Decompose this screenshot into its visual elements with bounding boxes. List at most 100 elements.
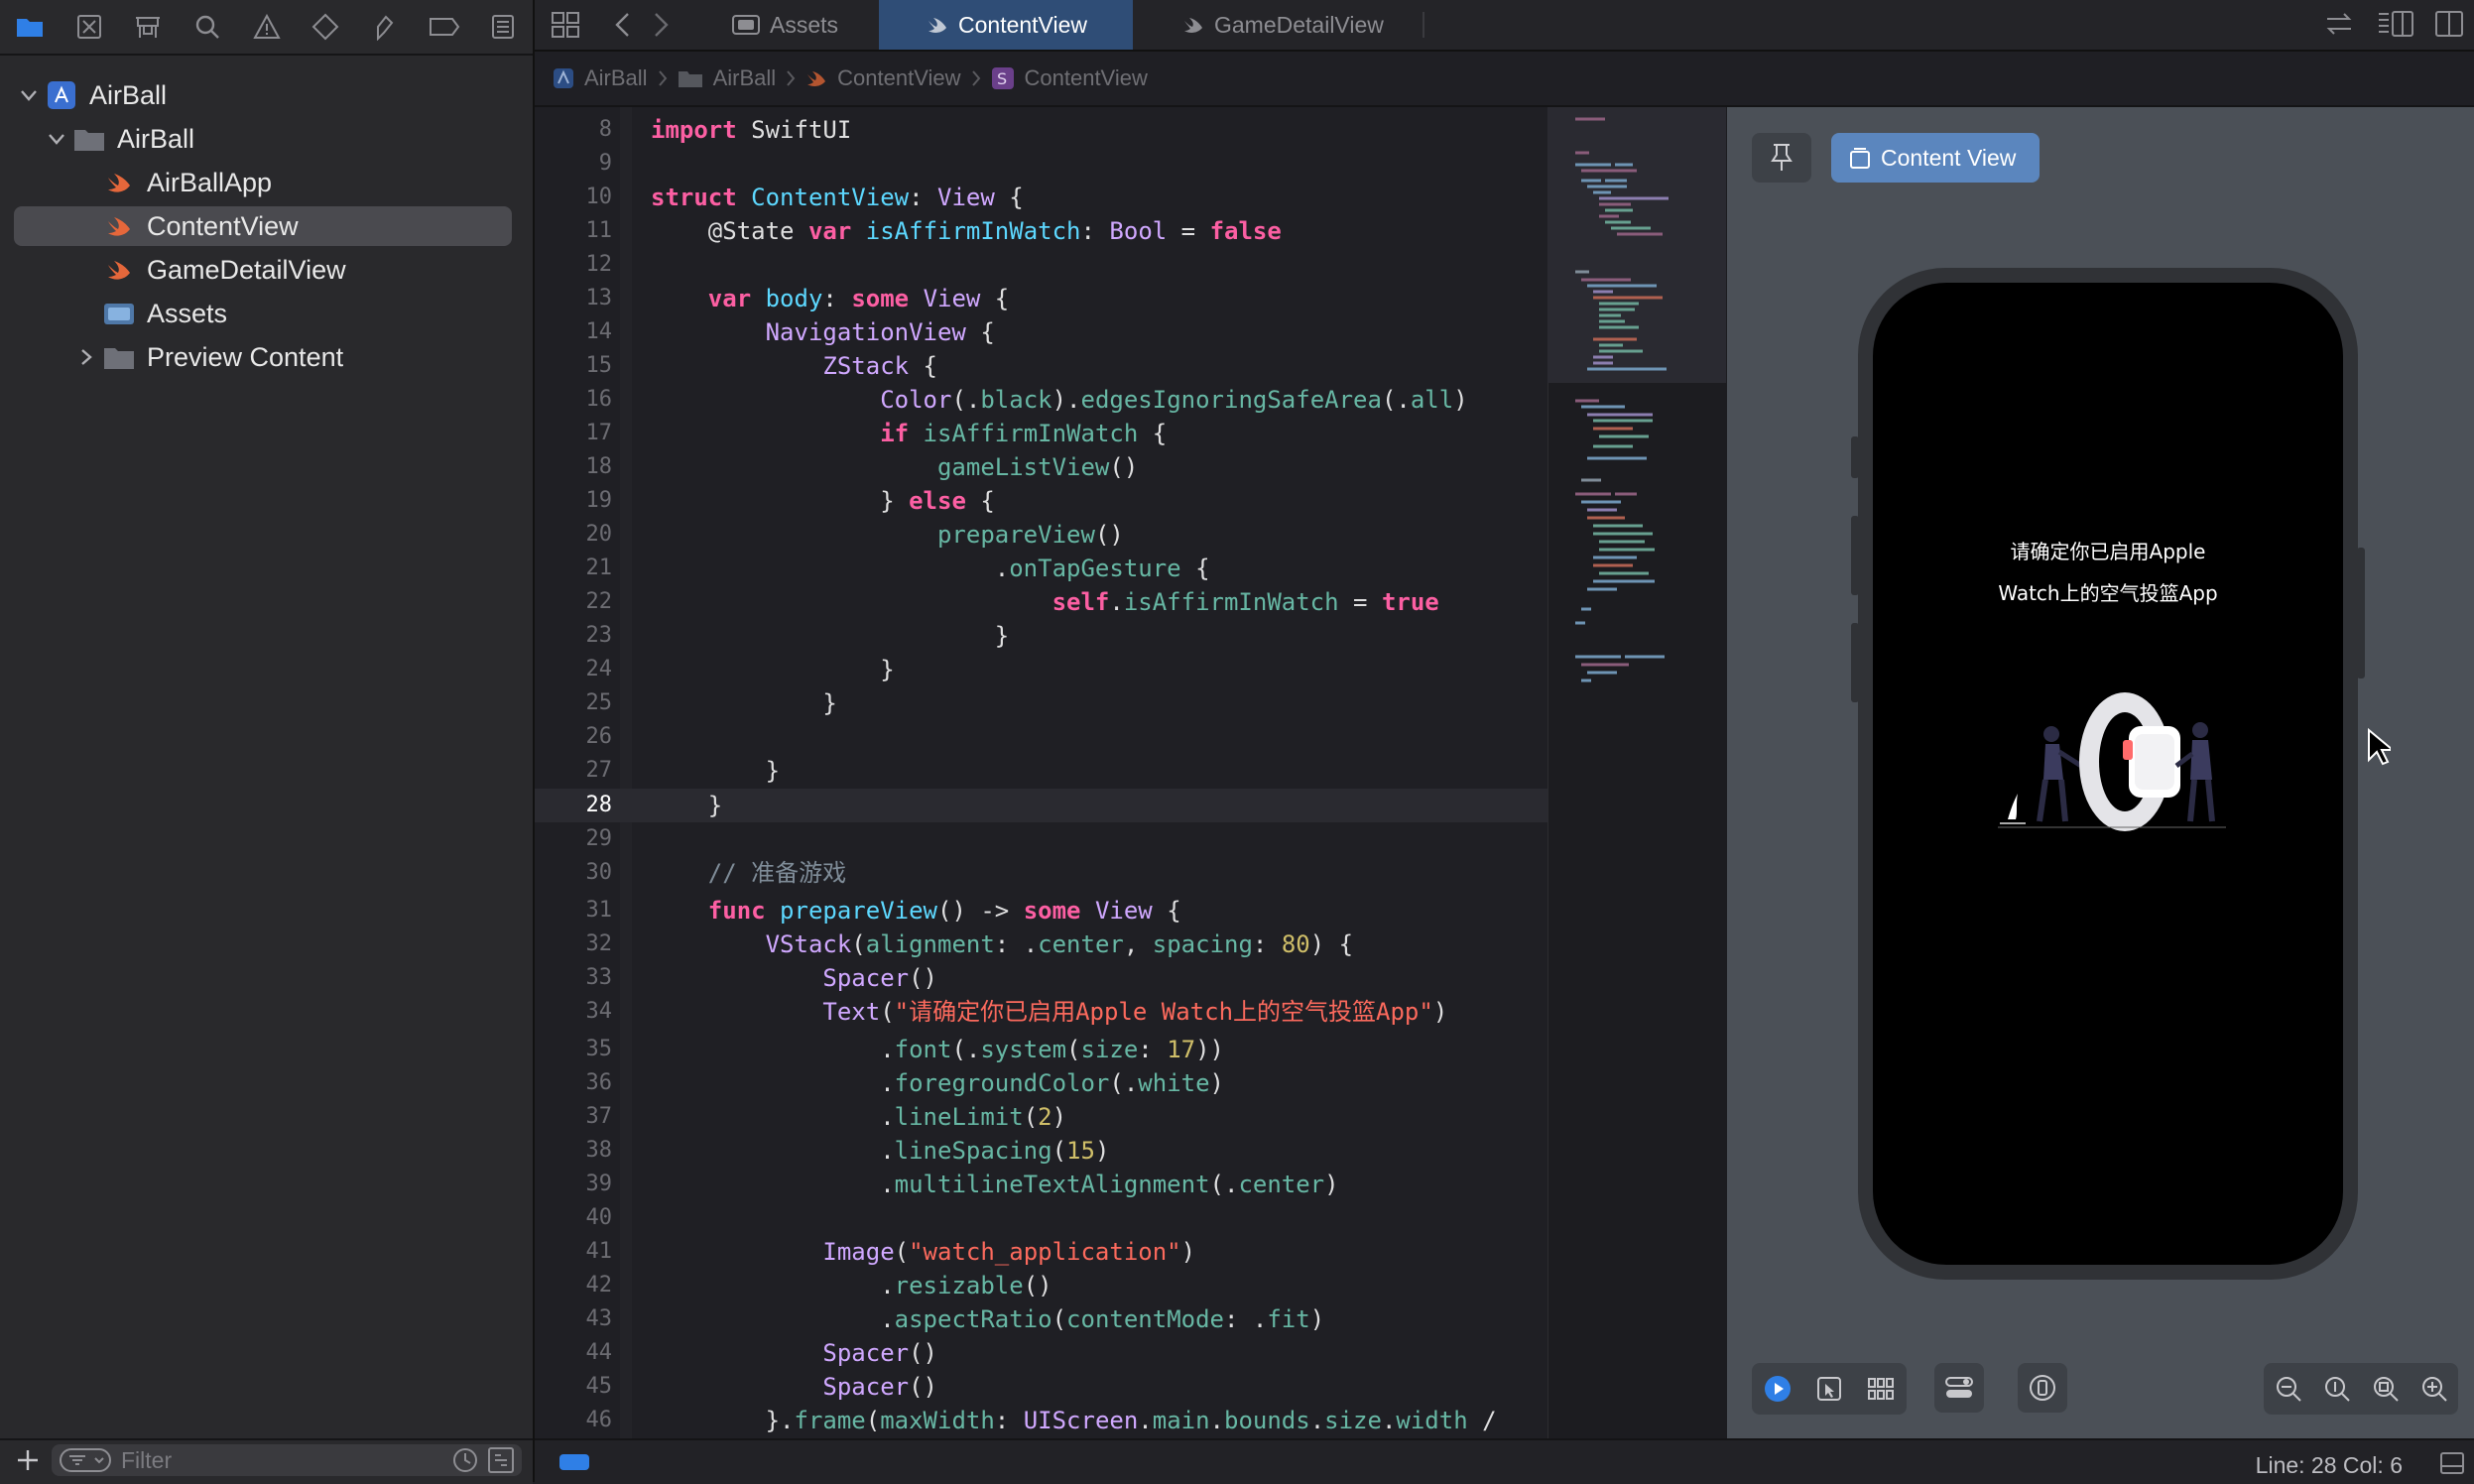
tab-assets[interactable]: Assets: [710, 0, 879, 50]
source-control-filter-icon[interactable]: [488, 1447, 514, 1473]
jumpbar-item[interactable]: AirBall: [713, 65, 777, 91]
tree-item-folder[interactable]: Preview Content: [14, 337, 512, 377]
code-line[interactable]: }: [651, 789, 722, 822]
grid-icon[interactable]: [552, 12, 579, 38]
project-icon: [44, 80, 79, 110]
code-line[interactable]: }: [651, 619, 1009, 653]
folder-icon: [71, 124, 107, 154]
tree-item-file[interactable]: GameDetailView: [14, 250, 512, 290]
test-icon[interactable]: [296, 0, 355, 54]
asset-catalog-icon: [101, 299, 137, 328]
tab-contentview[interactable]: ContentView: [879, 0, 1133, 50]
symbol-icon[interactable]: [118, 0, 178, 54]
code-line[interactable]: gameListView(): [651, 450, 1138, 484]
code-line[interactable]: struct ContentView: View {: [651, 181, 1024, 214]
code-line[interactable]: import SwiftUI: [651, 113, 851, 147]
add-icon[interactable]: [16, 1448, 40, 1472]
filter-field[interactable]: Filter: [52, 1444, 522, 1476]
live-preview-icon[interactable]: [1764, 1375, 1792, 1403]
code-line[interactable]: .font(.system(size: 17)): [651, 1033, 1224, 1066]
filter-placeholder: Filter: [121, 1446, 173, 1473]
zoom-out-icon[interactable]: [2275, 1375, 2302, 1403]
code-line[interactable]: } else {: [651, 484, 995, 518]
code-line[interactable]: }: [651, 754, 780, 788]
code-line[interactable]: // 准备游戏: [651, 856, 846, 890]
recent-files-icon[interactable]: [452, 1447, 478, 1473]
variants-icon[interactable]: [1867, 1376, 1895, 1402]
code-line[interactable]: .lineLimit(2): [651, 1100, 1066, 1134]
line-number: 31: [585, 898, 613, 923]
code-line[interactable]: Image("watch_application"): [651, 1235, 1195, 1269]
tab-gamedetailview[interactable]: GameDetailView: [1133, 0, 1421, 50]
device-settings-icon[interactable]: [1934, 1363, 1984, 1413]
tree-item-file[interactable]: Assets: [14, 294, 512, 333]
line-number: 10: [585, 185, 613, 209]
code-line[interactable]: ZStack {: [651, 349, 937, 383]
chevron-down-icon[interactable]: [14, 88, 44, 102]
code-line[interactable]: }.frame(maxWidth: UIScreen.main.bounds.s…: [651, 1404, 1497, 1437]
pin-icon[interactable]: [1752, 133, 1811, 183]
zoom-actual-size-icon[interactable]: [2323, 1375, 2351, 1403]
code-line[interactable]: .foregroundColor(.white): [651, 1066, 1224, 1100]
prompt-line-1: 请确定你已启用Apple: [2010, 540, 2206, 563]
code-line[interactable]: .onTapGesture {: [651, 552, 1210, 585]
tree-item-file-selected[interactable]: ContentView: [14, 206, 512, 246]
filter-icon[interactable]: [60, 1448, 111, 1472]
device-selector-icon[interactable]: [2018, 1363, 2067, 1413]
source-control-icon[interactable]: [60, 0, 119, 54]
code-line[interactable]: }: [651, 653, 894, 686]
code-folding-ribbon[interactable]: [620, 107, 632, 1438]
navigator-toolbar: [0, 0, 533, 54]
code-line[interactable]: if isAffirmInWatch {: [651, 417, 1167, 450]
editor-options-icon[interactable]: [2377, 10, 2414, 38]
back-icon[interactable]: [613, 12, 633, 38]
report-icon[interactable]: [473, 0, 533, 54]
zoom-in-icon[interactable]: [2420, 1375, 2448, 1403]
selectable-mode-icon[interactable]: [1816, 1376, 1842, 1402]
tree-item-file[interactable]: AirBallApp: [14, 163, 512, 202]
jumpbar-item[interactable]: AirBall: [584, 65, 648, 91]
folder-icon[interactable]: [0, 0, 60, 54]
swap-icon[interactable]: [2325, 12, 2353, 36]
folder-icon: [678, 68, 703, 88]
code-line[interactable]: NavigationView {: [651, 315, 995, 349]
debug-icon[interactable]: [355, 0, 415, 54]
code-line[interactable]: var body: some View {: [651, 282, 1009, 315]
line-number: 29: [585, 826, 613, 851]
breakpoint-icon[interactable]: [415, 0, 474, 54]
code-line[interactable]: Text("请确定你已启用Apple Watch上的空气投篮App"): [651, 995, 1447, 1029]
code-line[interactable]: .aspectRatio(contentMode: .fit): [651, 1302, 1324, 1336]
code-line[interactable]: .lineSpacing(15): [651, 1134, 1109, 1168]
chevron-right-icon[interactable]: [71, 348, 101, 366]
line-number: 42: [585, 1273, 613, 1298]
code-line[interactable]: @State var isAffirmInWatch: Bool = false: [651, 214, 1282, 248]
preview-selector-button[interactable]: Content View: [1831, 133, 2040, 183]
asset-catalog-icon: [732, 14, 760, 36]
hide-debug-area-icon[interactable]: [2440, 1452, 2464, 1474]
chevron-down-icon[interactable]: [42, 132, 71, 146]
tree-item-group[interactable]: AirBall: [14, 119, 512, 159]
forward-icon[interactable]: [651, 12, 671, 38]
code-line[interactable]: .resizable(): [651, 1269, 1051, 1302]
code-line[interactable]: Spacer(): [651, 1336, 937, 1370]
line-number: 26: [585, 724, 613, 749]
code-line[interactable]: Spacer(): [651, 961, 937, 995]
code-line[interactable]: prepareView(): [651, 518, 1124, 552]
search-icon[interactable]: [178, 0, 237, 54]
divider: [0, 54, 533, 56]
split-editor-icon[interactable]: [2434, 10, 2464, 38]
code-line[interactable]: Color(.black).edgesIgnoringSafeArea(.all…: [651, 383, 1467, 417]
zoom-to-fit-icon[interactable]: [2372, 1375, 2400, 1403]
code-line[interactable]: Spacer(): [651, 1370, 937, 1404]
tree-item-project[interactable]: AirBall: [14, 75, 512, 115]
debug-area-toggle-icon[interactable]: [559, 1454, 589, 1470]
code-line[interactable]: func prepareView() -> some View {: [651, 894, 1181, 928]
divider: [1423, 12, 1424, 38]
code-line[interactable]: }: [651, 686, 836, 720]
code-line[interactable]: self.isAffirmInWatch = true: [651, 585, 1439, 619]
code-line[interactable]: .multilineTextAlignment(.center): [651, 1168, 1338, 1201]
jumpbar-item[interactable]: ContentView: [837, 65, 960, 91]
code-line[interactable]: VStack(alignment: .center, spacing: 80) …: [651, 928, 1354, 961]
warning-icon[interactable]: [237, 0, 297, 54]
jumpbar-item[interactable]: ContentView: [1025, 65, 1148, 91]
